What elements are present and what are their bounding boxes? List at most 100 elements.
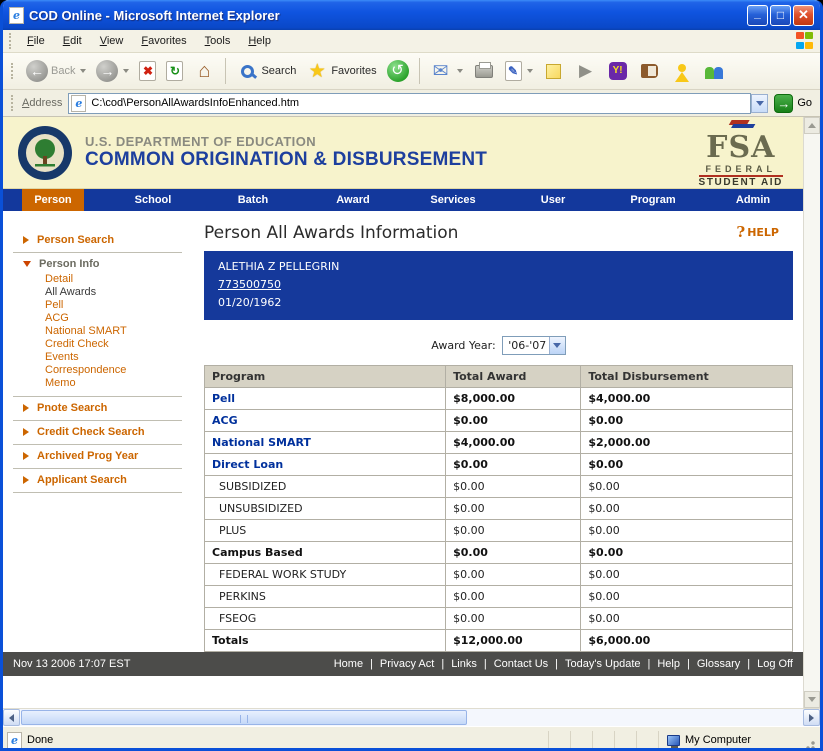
tab-award[interactable]: Award bbox=[303, 189, 403, 211]
tab-services[interactable]: Services bbox=[403, 189, 503, 211]
maximize-button[interactable]: □ bbox=[770, 5, 791, 26]
msn-messenger-button[interactable] bbox=[699, 58, 729, 84]
refresh-button[interactable]: ↻ bbox=[162, 59, 187, 83]
yahoo-messenger-button[interactable]: Y! bbox=[603, 58, 633, 84]
address-dropdown-button[interactable] bbox=[751, 94, 768, 113]
scrollbar-track[interactable] bbox=[20, 709, 803, 726]
sidebar-item-acg[interactable]: ACG bbox=[45, 312, 182, 325]
program-link-national-smart[interactable]: National SMART bbox=[212, 436, 311, 449]
footer-link-log-off[interactable]: Log Off bbox=[757, 658, 793, 670]
table-row: FEDERAL WORK STUDY $0.00 $0.00 bbox=[205, 564, 793, 586]
menu-tools[interactable]: Tools bbox=[196, 33, 240, 49]
page-title: Person All Awards Information bbox=[204, 223, 458, 243]
chevron-down-icon[interactable] bbox=[549, 337, 565, 354]
help-link[interactable]: ? HELP bbox=[736, 223, 793, 241]
sidebar-item-memo[interactable]: Memo bbox=[45, 377, 182, 390]
sidebar-item-credit-check-search[interactable]: Credit Check Search bbox=[13, 426, 182, 438]
sidebar-item-events[interactable]: Events bbox=[45, 351, 182, 364]
menu-file[interactable]: File bbox=[18, 33, 54, 49]
sidebar-item-detail[interactable]: Detail bbox=[45, 273, 182, 286]
scrollbar-track[interactable] bbox=[804, 134, 820, 691]
tab-program[interactable]: Program bbox=[603, 189, 703, 211]
sidebar-item-correspondence[interactable]: Correspondence bbox=[45, 364, 182, 377]
footer-link-help[interactable]: Help bbox=[657, 658, 680, 670]
back-button[interactable]: ← Back bbox=[22, 58, 90, 84]
tab-batch[interactable]: Batch bbox=[203, 189, 303, 211]
footer-link-home[interactable]: Home bbox=[334, 658, 363, 670]
chevron-left-icon bbox=[9, 714, 14, 722]
stop-button[interactable]: ✖ bbox=[135, 59, 160, 83]
sidebar-item-pell[interactable]: Pell bbox=[45, 299, 182, 312]
chevron-down-icon bbox=[457, 69, 463, 73]
print-icon bbox=[473, 60, 495, 82]
menu-help[interactable]: Help bbox=[239, 33, 280, 49]
resize-grip[interactable] bbox=[802, 737, 816, 751]
toolbar-grip-icon[interactable] bbox=[9, 33, 14, 49]
scroll-down-button[interactable] bbox=[804, 691, 820, 708]
sidebar-item-national-smart[interactable]: National SMART bbox=[45, 325, 182, 338]
sidebar-item-archived-prog-year[interactable]: Archived Prog Year bbox=[13, 450, 182, 462]
sidebar-item-credit-check[interactable]: Credit Check bbox=[45, 338, 182, 351]
footer-link-todays-update[interactable]: Today's Update bbox=[565, 658, 640, 670]
person-ssn-link[interactable]: 773500750 bbox=[218, 278, 281, 291]
chevron-down-icon bbox=[23, 261, 31, 267]
footer-link-contact-us[interactable]: Contact Us bbox=[494, 658, 548, 670]
table-row: ACG $0.00 $0.00 bbox=[205, 410, 793, 432]
page-footer: Nov 13 2006 17:07 EST Home| Privacy Act|… bbox=[3, 652, 803, 676]
program-link-direct-loan[interactable]: Direct Loan bbox=[212, 458, 283, 471]
aim-button[interactable] bbox=[667, 58, 697, 84]
footer-link-privacy-act[interactable]: Privacy Act bbox=[380, 658, 434, 670]
close-button[interactable]: ✕ bbox=[793, 5, 814, 26]
tab-admin[interactable]: Admin bbox=[703, 189, 803, 211]
address-input[interactable]: e C:\cod\PersonAllAwardsInfoEnhanced.htm bbox=[68, 93, 751, 114]
toolbar-grip-icon[interactable] bbox=[11, 95, 16, 111]
tab-school[interactable]: School bbox=[103, 189, 203, 211]
person-dob: 01/20/1962 bbox=[218, 294, 793, 312]
vertical-scrollbar[interactable] bbox=[803, 117, 820, 708]
scroll-up-button[interactable] bbox=[804, 117, 820, 134]
sidebar-item-person-search[interactable]: Person Search bbox=[13, 234, 182, 246]
scroll-left-button[interactable] bbox=[3, 709, 20, 726]
page-area: U.S. DEPARTMENT OF EDUCATION COMMON ORIG… bbox=[3, 117, 820, 708]
go-button[interactable]: → Go bbox=[774, 94, 816, 113]
edit-button[interactable]: ✎ bbox=[501, 59, 537, 83]
tab-user[interactable]: User bbox=[503, 189, 603, 211]
search-icon bbox=[236, 60, 258, 82]
horizontal-scrollbar[interactable] bbox=[3, 708, 820, 726]
total-disbursement-value: $4,000.00 bbox=[581, 388, 793, 410]
header-banner: U.S. DEPARTMENT OF EDUCATION COMMON ORIG… bbox=[3, 117, 803, 189]
total-award-value: $4,000.00 bbox=[446, 432, 581, 454]
edit-icon: ✎ bbox=[505, 61, 522, 81]
menu-edit[interactable]: Edit bbox=[54, 33, 91, 49]
back-icon: ← bbox=[26, 60, 48, 82]
award-year-select[interactable]: '06-'07 bbox=[502, 336, 566, 355]
sidebar-item-person-info[interactable]: Person Info bbox=[13, 258, 182, 270]
mail-button[interactable]: ✉ bbox=[426, 58, 467, 84]
minimize-button[interactable]: _ bbox=[747, 5, 768, 26]
footer-link-glossary[interactable]: Glossary bbox=[697, 658, 740, 670]
forward-button[interactable]: → bbox=[92, 58, 133, 84]
menu-favorites[interactable]: Favorites bbox=[132, 33, 195, 49]
program-link-pell[interactable]: Pell bbox=[212, 392, 235, 405]
home-button[interactable]: ⌂ bbox=[189, 58, 219, 84]
scrollbar-thumb[interactable] bbox=[21, 710, 467, 725]
print-button[interactable] bbox=[469, 58, 499, 84]
scroll-right-button[interactable] bbox=[803, 709, 820, 726]
history-button[interactable]: ↺ bbox=[383, 58, 413, 84]
program-link-acg[interactable]: ACG bbox=[212, 414, 238, 427]
media-button[interactable]: ▶ bbox=[571, 58, 601, 84]
total-award-value: $0.00 bbox=[446, 586, 581, 608]
total-disbursement-value: $0.00 bbox=[581, 520, 793, 542]
tab-person[interactable]: Person bbox=[3, 189, 103, 211]
sidebar-item-applicant-search[interactable]: Applicant Search bbox=[13, 474, 182, 486]
footer-link-links[interactable]: Links bbox=[451, 658, 477, 670]
favorites-button[interactable]: ★ Favorites bbox=[302, 58, 380, 84]
search-button[interactable]: Search bbox=[232, 58, 300, 84]
menu-view[interactable]: View bbox=[91, 33, 133, 49]
sidebar-item-pnote-search[interactable]: Pnote Search bbox=[13, 402, 182, 414]
sidebar-item-all-awards[interactable]: All Awards bbox=[45, 286, 182, 299]
notes-button[interactable] bbox=[539, 58, 569, 84]
toolbar-grip-icon[interactable] bbox=[11, 63, 16, 79]
research-button[interactable] bbox=[635, 58, 665, 84]
total-disbursement-value: $0.00 bbox=[581, 542, 793, 564]
